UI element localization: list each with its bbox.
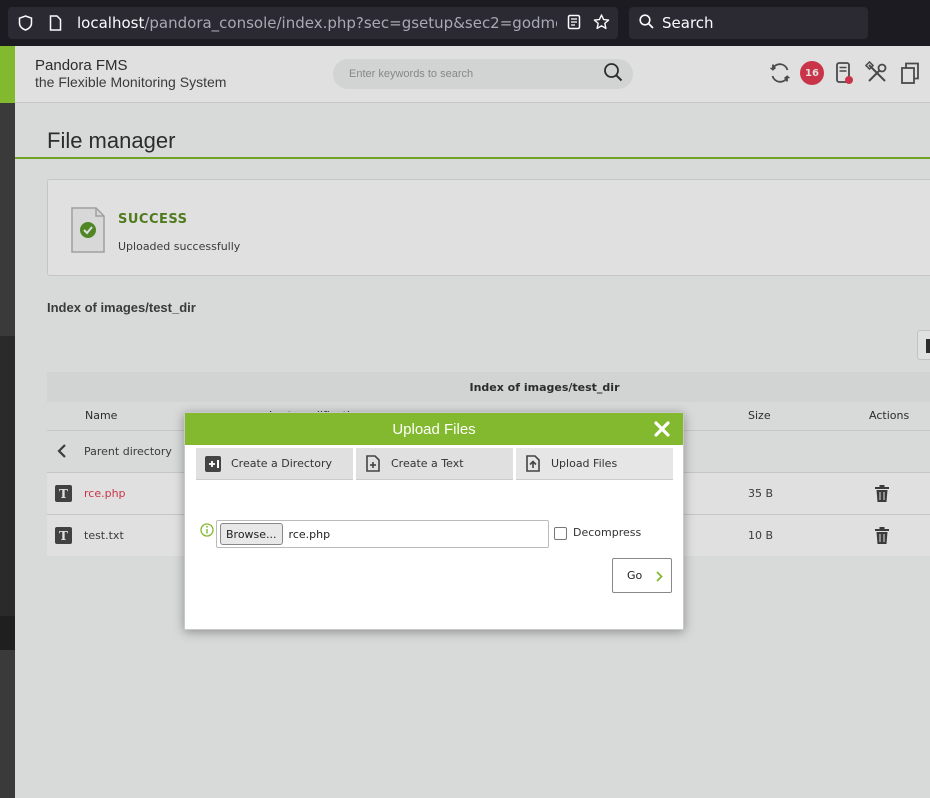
browser-search-input[interactable]: Search: [629, 7, 868, 39]
info-icon[interactable]: [200, 522, 214, 541]
menu-section: [0, 336, 15, 616]
decompress-label[interactable]: Decompress: [573, 526, 641, 539]
tab-create-directory[interactable]: Create a Directory: [196, 448, 353, 480]
menu-accent: [0, 46, 15, 103]
dialog-title: Upload Files: [392, 420, 476, 438]
reader-view-icon[interactable]: [567, 14, 581, 34]
url-path: /pandora_console/index.php?sec=gsetup&se…: [144, 14, 557, 32]
page-icon: [47, 15, 63, 31]
close-icon[interactable]: [653, 420, 671, 438]
tab-label: Create a Directory: [231, 457, 332, 470]
dialog-title-bar[interactable]: Upload Files: [185, 413, 683, 445]
search-icon: [639, 13, 654, 33]
selected-file-name: rce.php: [288, 527, 331, 541]
bookmark-star-icon[interactable]: [593, 14, 610, 34]
decompress-checkbox[interactable]: [554, 527, 567, 540]
url-bar[interactable]: localhost/pandora_console/index.php?sec=…: [8, 7, 618, 39]
browser-toolbar: localhost/pandora_console/index.php?sec=…: [0, 0, 930, 46]
tab-label: Create a Text: [391, 457, 464, 470]
go-button[interactable]: Go: [612, 558, 672, 593]
upload-file-icon: [524, 455, 541, 472]
menu-section-active[interactable]: [0, 616, 15, 650]
url-host: localhost: [77, 14, 145, 32]
upload-files-dialog: Upload Files Create a Directory Create a…: [184, 412, 684, 630]
browser-search-placeholder: Search: [662, 14, 714, 32]
browse-button[interactable]: Browse...: [220, 523, 283, 545]
url-text[interactable]: localhost/pandora_console/index.php?sec=…: [77, 14, 557, 32]
left-menu-rail: [0, 46, 15, 798]
add-file-icon: [364, 455, 381, 472]
dialog-tabs: Create a Directory Create a Text Upload …: [196, 448, 673, 480]
tab-label: Upload Files: [551, 457, 618, 470]
file-upload-input[interactable]: Browse... rce.php: [216, 520, 549, 548]
chevron-right-icon: [656, 571, 663, 585]
tab-create-text[interactable]: Create a Text: [356, 448, 513, 480]
tab-upload-files[interactable]: Upload Files: [516, 448, 673, 480]
go-label: Go: [627, 569, 643, 582]
add-folder-icon: [204, 455, 221, 472]
shield-icon[interactable]: [17, 15, 33, 31]
